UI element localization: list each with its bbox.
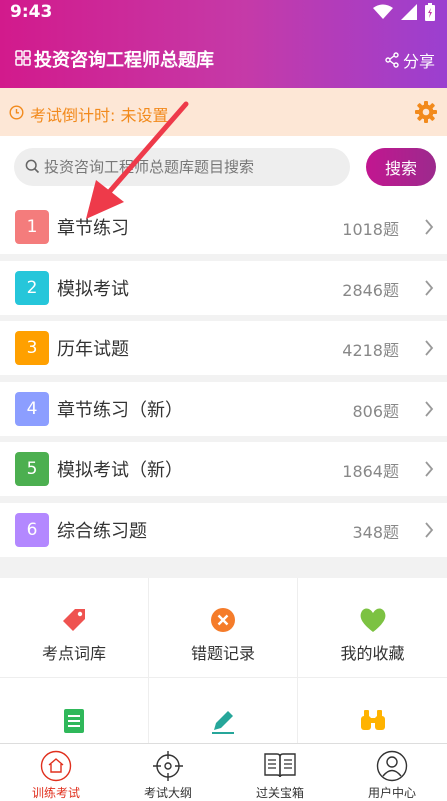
tag-icon	[63, 609, 85, 631]
share-icon	[385, 52, 399, 68]
search-row: 搜索	[0, 136, 447, 200]
grid-menu-icon[interactable]	[15, 50, 31, 66]
list-item[interactable]: 4 章节练习（新） 806题	[0, 381, 447, 436]
search-button[interactable]: 搜索	[366, 148, 436, 186]
exam-countdown-bar: 考试倒计时: 未设置	[0, 88, 447, 136]
section-list: 1 章节练习 1018题 2 模拟考试 2846题 3 历年试题 4218题 4 章节练习（新） 80…	[0, 200, 447, 564]
chevron-right-icon	[425, 522, 434, 538]
page-title: 投资咨询工程师总题库	[34, 50, 214, 71]
list-item[interactable]: 5 模拟考试（新） 1864题	[0, 442, 447, 497]
tab-label: 过关宝箱	[255, 786, 304, 800]
item-count: 806题	[352, 401, 399, 421]
home-icon	[40, 750, 72, 782]
chevron-right-icon	[425, 280, 434, 296]
list-item[interactable]: 6 综合练习题 348题	[0, 502, 447, 557]
search-icon	[25, 159, 40, 174]
grid-item-favorites[interactable]: 我的收藏	[298, 578, 447, 678]
tab-label: 用户中心	[367, 786, 416, 800]
feature-grid: 考点词库 错题记录 我的收藏	[0, 578, 447, 744]
grid-item-keypoints[interactable]: 考点词库	[0, 578, 149, 678]
list-item[interactable]: 3 历年试题 4218题	[0, 321, 447, 376]
chevron-right-icon	[425, 340, 434, 356]
item-title: 历年试题	[57, 339, 129, 361]
item-number-badge: 3	[15, 331, 49, 366]
grid-item-notebook[interactable]	[0, 678, 149, 744]
grid-item-wrong-records[interactable]: 错题记录	[149, 578, 298, 678]
tab-label: 考试大纲	[143, 786, 192, 800]
heart-icon	[360, 608, 385, 632]
tab-user-center[interactable]: 用户中心	[336, 744, 447, 801]
item-count: 2846题	[342, 280, 399, 300]
item-title: 综合练习题	[57, 520, 147, 542]
countdown-text: 考试倒计时: 未设置	[30, 106, 169, 125]
item-number-badge: 1	[15, 210, 49, 244]
clock-icon	[9, 105, 24, 120]
item-number-badge: 4	[15, 391, 49, 426]
item-number-badge: 5	[15, 452, 49, 487]
search-box[interactable]	[14, 148, 350, 186]
item-number-badge: 2	[15, 270, 49, 305]
gear-icon[interactable]	[414, 100, 438, 124]
chevron-right-icon	[425, 401, 434, 417]
title-bar: 投资咨询工程师总题库 分享	[0, 44, 447, 74]
chevron-right-icon	[425, 461, 434, 477]
share-button[interactable]: 分享	[384, 48, 435, 72]
tab-label: 训练考试	[31, 786, 80, 800]
status-bar: 9:43	[0, 0, 447, 26]
user-icon	[376, 750, 408, 782]
grid-item-explore[interactable]	[298, 678, 447, 744]
search-input[interactable]	[44, 148, 339, 186]
open-book-icon	[264, 753, 296, 778]
list-item[interactable]: 2 模拟考试 2846题	[0, 260, 447, 315]
grid-label: 考点词库	[41, 644, 106, 663]
notebook-icon	[64, 709, 84, 733]
signal-icon	[401, 4, 417, 20]
pencil-icon	[212, 711, 234, 734]
item-number-badge: 6	[15, 512, 49, 547]
binoculars-icon	[360, 710, 385, 730]
tab-syllabus[interactable]: 考试大纲	[112, 744, 224, 801]
item-count: 348题	[352, 522, 399, 542]
share-label: 分享	[402, 52, 435, 71]
item-title: 模拟考试（新）	[57, 460, 183, 482]
bottom-tab-bar: 训练考试 考试大纲 过关宝箱 用户中心	[0, 743, 447, 801]
grid-item-edit[interactable]	[149, 678, 298, 744]
item-title: 模拟考试	[57, 278, 129, 300]
grid-label: 我的收藏	[340, 644, 405, 663]
target-icon	[153, 751, 183, 781]
wrong-circle-icon	[211, 608, 235, 632]
status-time: 9:43	[10, 2, 53, 22]
app-header: 9:43 投资咨询工程师总题库 分享	[0, 0, 447, 88]
item-count: 1018题	[342, 220, 399, 239]
status-icons	[373, 3, 435, 21]
grid-label: 错题记录	[190, 644, 255, 663]
item-count: 1864题	[342, 462, 399, 482]
list-item[interactable]: 1 章节练习 1018题	[0, 200, 447, 254]
item-title: 章节练习（新）	[57, 399, 183, 421]
battery-icon	[425, 3, 435, 21]
wifi-icon	[373, 4, 393, 19]
tab-treasure[interactable]: 过关宝箱	[224, 744, 336, 801]
item-count: 4218题	[342, 341, 399, 361]
tab-training[interactable]: 训练考试	[0, 744, 112, 801]
chevron-right-icon	[425, 219, 434, 235]
item-title: 章节练习	[57, 218, 129, 239]
